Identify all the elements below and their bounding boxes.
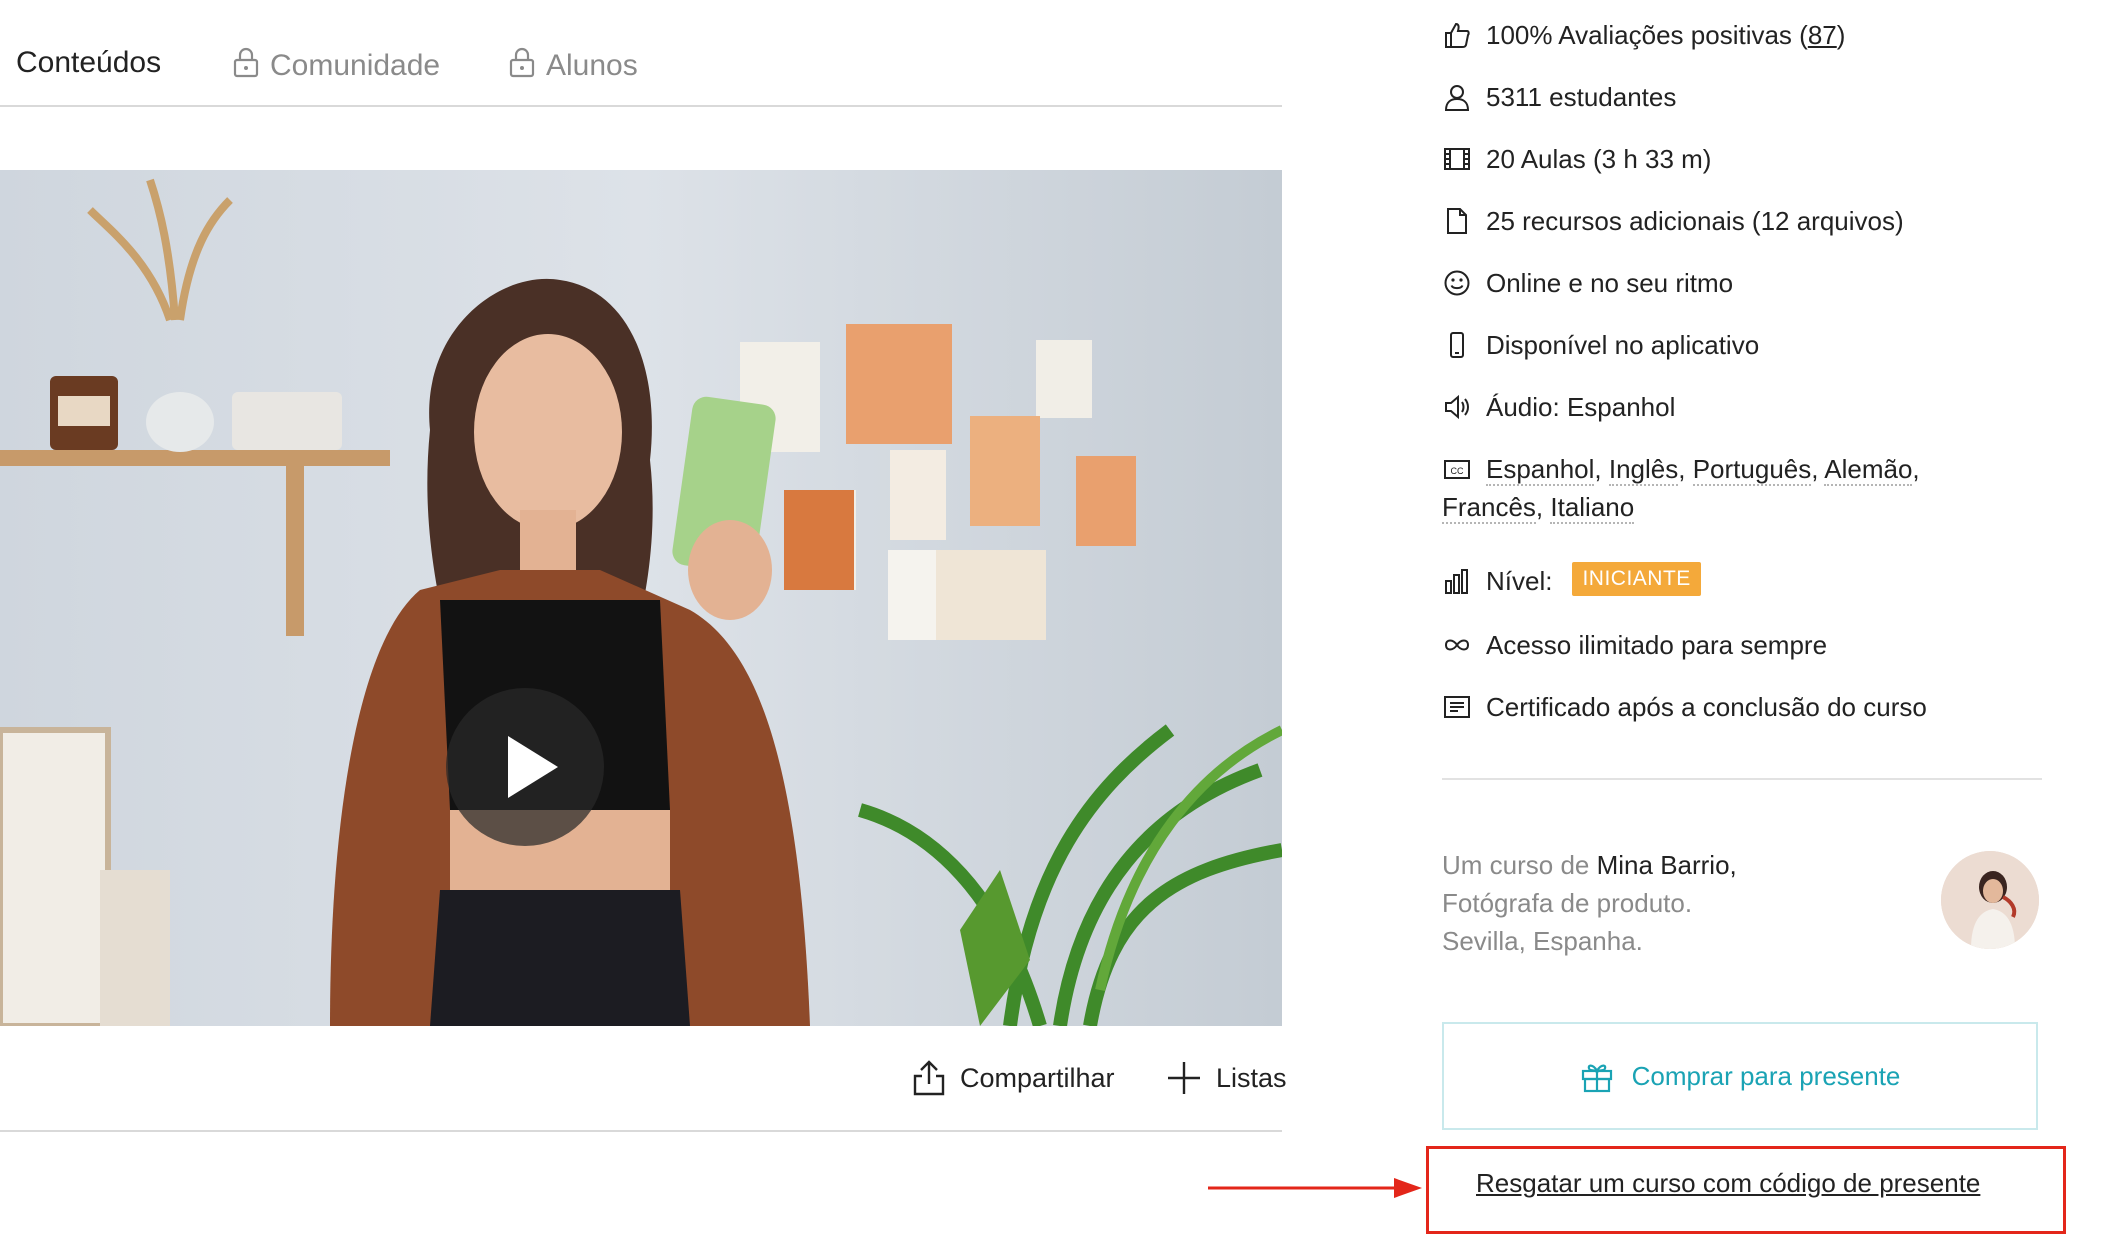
gift-button-label: Comprar para presente: [1631, 1060, 1901, 1091]
lock-icon: [232, 46, 260, 86]
tab-comunidade[interactable]: Comunidade: [232, 46, 440, 86]
online-text: Online e no seu ritmo: [1486, 268, 1734, 298]
file-icon: [1442, 202, 1472, 240]
certificate-text: Certificado após a conclusão do curso: [1486, 692, 1927, 722]
gift-icon: [1581, 1064, 1612, 1093]
speaker-icon: [1442, 388, 1472, 426]
course-trailer-video[interactable]: [0, 170, 1282, 1026]
tab-conteudos[interactable]: Conteúdos: [16, 46, 161, 80]
feature-access: Acesso ilimitado para sempre: [1442, 626, 1827, 664]
play-button[interactable]: [446, 688, 604, 846]
annotation-arrow: [1208, 1178, 1422, 1198]
feature-resources: 25 recursos adicionais (12 arquivos): [1442, 202, 1904, 240]
sidebar-divider: [1442, 778, 2042, 780]
level-label: Nível:: [1486, 566, 1553, 596]
subtitle-language[interactable]: Italiano: [1550, 492, 1635, 524]
subtitles-languages-cont: Francês, Italiano: [1442, 492, 1635, 524]
subtitle-language[interactable]: Alemão: [1824, 454, 1913, 486]
feature-reviews: 100% Avaliações positivas (87): [1442, 16, 1845, 54]
play-icon: [508, 736, 558, 798]
buy-as-gift-button[interactable]: Comprar para presente: [1442, 1022, 2038, 1130]
audio-text: Áudio: Espanhol: [1486, 392, 1676, 422]
resources-text: 25 recursos adicionais (12 arquivos): [1486, 206, 1904, 236]
students-text: 5311 estudantes: [1486, 82, 1677, 112]
subtitle-language[interactable]: Espanhol: [1486, 454, 1595, 486]
closed-captions-icon: CC: [1442, 450, 1472, 488]
feature-app: Disponível no aplicativo: [1442, 326, 1759, 364]
feature-certificate: Certificado após a conclusão do curso: [1442, 688, 1927, 726]
share-icon: [913, 1060, 945, 1096]
feature-online: Online e no seu ritmo: [1442, 264, 1733, 302]
plus-icon: [1168, 1062, 1200, 1094]
reviews-count-link[interactable]: 87: [1808, 20, 1837, 50]
lessons-text: 20 Aulas (3 h 33 m): [1486, 144, 1712, 174]
feature-level: Nível: INICIANTE: [1442, 562, 1701, 600]
subtitle-language[interactable]: Português: [1692, 454, 1812, 486]
author-avatar[interactable]: [1941, 851, 2039, 949]
feature-students: 5311 estudantes: [1442, 78, 1676, 116]
redeem-gift-code-link[interactable]: Resgatar um curso com código de presente: [1476, 1168, 1980, 1199]
author-location: Sevilla, Espanha.: [1442, 926, 1643, 956]
lock-icon: [508, 46, 536, 86]
tab-label: Conteúdos: [16, 46, 162, 79]
author-info: Um curso de Mina Barrio, Fotógrafa de pr…: [1442, 846, 1737, 960]
svg-text:CC: CC: [1451, 466, 1464, 476]
video-thumbnail: [0, 170, 1282, 1026]
access-text: Acesso ilimitado para sempre: [1486, 630, 1828, 660]
tab-label: Alunos: [546, 49, 638, 82]
subtitle-language[interactable]: Francês: [1442, 492, 1536, 524]
author-prefix: Um curso de: [1442, 850, 1597, 880]
subtitles-languages: Espanhol, Inglês, Português, Alemão,: [1486, 454, 1920, 486]
author-role: Fotógrafa de produto.: [1442, 888, 1693, 918]
add-to-list-button[interactable]: Listas: [1166, 1060, 1287, 1096]
feature-lessons: 20 Aulas (3 h 33 m): [1442, 140, 1711, 178]
mobile-icon: [1442, 326, 1472, 364]
share-label: Compartilhar: [960, 1062, 1115, 1093]
user-icon: [1442, 78, 1472, 116]
infinity-icon: [1442, 626, 1472, 664]
film-icon: [1442, 140, 1472, 178]
subtitle-language[interactable]: Inglês: [1608, 454, 1679, 486]
share-button[interactable]: Compartilhar: [912, 1060, 1115, 1096]
thumbs-up-icon: [1442, 16, 1472, 54]
reviews-suffix: ): [1836, 20, 1846, 50]
lists-label: Listas: [1216, 1062, 1287, 1093]
tab-label: Comunidade: [270, 49, 441, 82]
course-tabs: Conteúdos Comunidade Alunos: [0, 0, 1282, 107]
level-badge: INICIANTE: [1572, 562, 1701, 596]
smile-icon: [1442, 264, 1472, 302]
author-name-link[interactable]: Mina Barrio,: [1597, 850, 1737, 880]
avatar-image: [1941, 851, 2039, 949]
feature-audio: Áudio: Espanhol: [1442, 388, 1675, 426]
tab-alunos[interactable]: Alunos: [508, 46, 638, 86]
reviews-text: 100% Avaliações positivas (: [1486, 20, 1808, 50]
app-text: Disponível no aplicativo: [1486, 330, 1760, 360]
video-actions: Compartilhar Listas: [0, 1030, 1287, 1132]
certificate-icon: [1442, 688, 1472, 726]
bar-chart-icon: [1442, 562, 1472, 600]
